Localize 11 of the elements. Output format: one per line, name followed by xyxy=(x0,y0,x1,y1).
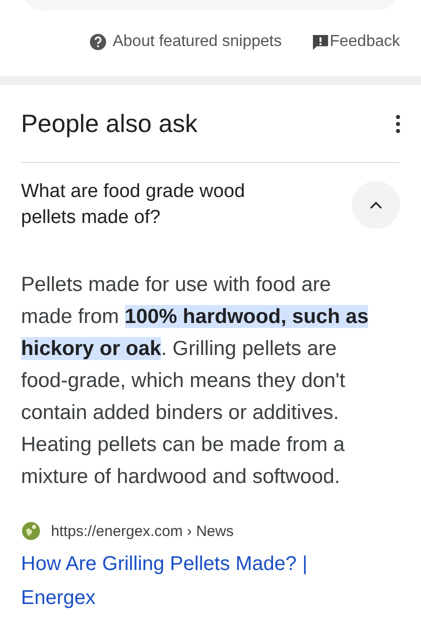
about-snippets-link[interactable]: About featured snippets xyxy=(88,30,282,54)
help-icon xyxy=(88,33,107,51)
answer-text: Pellets made for use with food are made from 100% hardwood, such as hickory or oak. Grilling pellets are food-grade, which means they don't contain added binders or additives. Heating pellets can be made from a mixture of hardwood and softwood. xyxy=(21,272,370,490)
question-text[interactable]: What are food grade wood pellets made of? xyxy=(21,179,291,231)
source-url: https://energex.com › News xyxy=(51,522,234,540)
result-link[interactable]: How Are Grilling Pellets Made? | Energex xyxy=(21,547,351,615)
section-title: People also ask xyxy=(21,109,198,139)
globe-icon xyxy=(21,521,41,541)
feedback-button[interactable]: Feedback xyxy=(312,30,400,54)
feedback-icon xyxy=(312,34,329,50)
chevron-up-icon xyxy=(369,200,383,210)
